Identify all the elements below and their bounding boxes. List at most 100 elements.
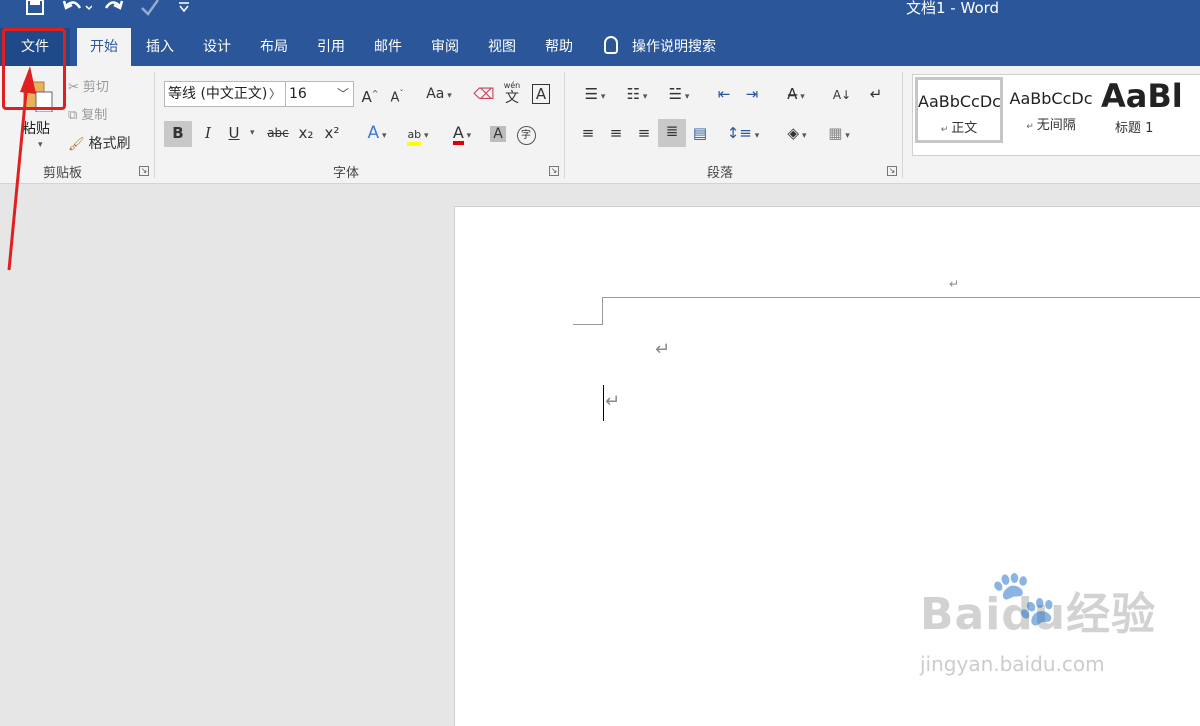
tab-mailings[interactable]: 邮件: [362, 28, 414, 66]
document-page[interactable]: ↵ ↵ ↵: [454, 206, 1200, 726]
text-effects-icon: A: [367, 123, 380, 143]
text-effects-button[interactable]: A ▾: [360, 121, 394, 145]
increase-indent-button[interactable]: ⇥: [740, 82, 764, 106]
change-case-button[interactable]: Aa ▾: [422, 82, 456, 106]
multilevel-list-button[interactable]: ☱ ▾: [660, 82, 698, 106]
borders-button[interactable]: ▦ ▾: [820, 121, 858, 145]
subscript-icon: x₂: [298, 124, 314, 142]
style-name: 标题 1: [1115, 121, 1154, 136]
numbering-button[interactable]: ☷ ▾: [618, 82, 656, 106]
customize-icon[interactable]: [178, 0, 190, 18]
sort-button[interactable]: A↓: [830, 82, 854, 106]
highlight-button[interactable]: ab ▾: [398, 121, 438, 146]
group-separator: [564, 72, 565, 178]
style-name: 无间隔: [1036, 118, 1076, 133]
style-sample: AaBbCcDc: [918, 92, 1001, 111]
undo-icon[interactable]: [62, 0, 93, 18]
font-size-value: 16: [289, 86, 307, 102]
copy-button[interactable]: ⧉ 复制: [68, 104, 107, 123]
tell-me-search[interactable]: 操作说明搜索: [604, 28, 716, 66]
sort-icon: A↓: [832, 88, 852, 102]
character-shading-button[interactable]: A: [486, 121, 510, 145]
font-size-combo[interactable]: 16 ﹀: [285, 81, 354, 107]
distributed-icon: ▤: [692, 124, 708, 142]
style-no-spacing[interactable]: AaBbCcDc ↵ 无间隔: [1007, 77, 1095, 143]
redo-icon[interactable]: [104, 0, 124, 18]
italic-button[interactable]: I: [196, 121, 220, 145]
margin-corner-mark: [602, 297, 603, 325]
chevron-down-icon: ﹀: [336, 87, 349, 101]
clear-formatting-button[interactable]: ⌫: [472, 82, 496, 106]
tab-references[interactable]: 引用: [305, 28, 357, 66]
paw-logo-icon: 🐾: [990, 566, 1058, 629]
numbering-icon: ☷: [626, 85, 641, 103]
distributed-button[interactable]: ▤: [688, 121, 712, 145]
strikethrough-icon: abc: [267, 126, 289, 140]
style-sample: AaBl: [1101, 77, 1183, 115]
align-right-icon: ≡: [637, 124, 651, 142]
strikethrough-button[interactable]: abc: [264, 121, 292, 145]
paintbrush-icon: 🖌: [68, 137, 85, 152]
tab-design[interactable]: 设计: [191, 28, 243, 66]
tab-layout[interactable]: 布局: [248, 28, 300, 66]
font-color-button[interactable]: A ▾: [442, 121, 482, 145]
ribbon-tabs: 文件 开始 插入 设计 布局 引用 邮件 审阅 视图 帮助 操作说明搜索: [0, 28, 1200, 66]
scissors-icon: ✂: [68, 80, 79, 95]
annotation-arrow-icon: [7, 66, 36, 271]
title-bar: 文档1 - Word: [0, 0, 1200, 28]
shading-button[interactable]: ◈ ▾: [778, 121, 816, 145]
align-right-button[interactable]: ≡: [632, 121, 656, 145]
subscript-button[interactable]: x₂: [294, 121, 318, 145]
phonetic-guide-icon: wén 文: [503, 81, 521, 106]
tab-view[interactable]: 视图: [476, 28, 528, 66]
chevron-down-icon: 〉: [266, 82, 281, 106]
font-group-label: 字体: [333, 166, 360, 181]
style-normal[interactable]: AaBbCcDc ↵ 正文: [915, 77, 1003, 143]
superscript-icon: x²: [324, 124, 340, 142]
paragraph-mark-icon: ↵: [655, 339, 671, 360]
header-separator: [602, 297, 1200, 298]
superscript-button[interactable]: x²: [320, 121, 344, 145]
text-cursor: [603, 385, 604, 421]
align-center-button[interactable]: ≡: [604, 121, 628, 145]
touch-mode-icon[interactable]: [140, 0, 160, 18]
style-sample: AaBbCcDc: [1009, 89, 1093, 108]
bullets-button[interactable]: ☰ ▾: [576, 82, 614, 106]
character-border-button[interactable]: A: [529, 82, 553, 106]
align-left-button[interactable]: ≡: [576, 121, 600, 145]
lightbulb-icon: [604, 36, 618, 54]
phonetic-guide-button[interactable]: wén 文: [500, 80, 524, 106]
bullets-icon: ☰: [584, 85, 599, 103]
grow-font-button[interactable]: A^: [358, 82, 382, 106]
tab-home[interactable]: 开始: [77, 28, 131, 66]
shrink-font-button[interactable]: Aˇ: [385, 82, 409, 106]
paragraph-mark-icon: ↵: [949, 277, 960, 291]
format-painter-button[interactable]: 🖌 格式刷: [68, 133, 131, 153]
decrease-indent-button[interactable]: ⇤: [712, 82, 736, 106]
justify-button[interactable]: ≣: [658, 119, 686, 147]
tab-help[interactable]: 帮助: [533, 28, 585, 66]
copy-label: 复制: [81, 108, 108, 123]
font-name-combo[interactable]: 等线 (中文正文) 〉: [164, 81, 286, 107]
cut-button[interactable]: ✂ 剪切: [68, 76, 109, 95]
enclose-characters-button[interactable]: 字: [514, 121, 538, 145]
underline-dropdown-icon[interactable]: ▾: [250, 128, 255, 138]
copy-icon: ⧉: [68, 108, 78, 123]
line-spacing-icon: ↕≡: [726, 124, 752, 142]
style-heading-1[interactable]: AaBl 标题 1: [1099, 77, 1199, 143]
font-launcher-icon[interactable]: ↘: [549, 166, 559, 176]
highlighter-icon: ab: [407, 128, 422, 146]
clipboard-launcher-icon[interactable]: ↘: [139, 166, 149, 176]
align-left-icon: ≡: [581, 124, 595, 142]
line-spacing-button[interactable]: ↕≡ ▾: [724, 121, 762, 145]
paragraph-launcher-icon[interactable]: ↘: [887, 166, 897, 176]
borders-icon: ▦: [828, 124, 843, 142]
tell-me-label: 操作说明搜索: [632, 39, 716, 55]
multilevel-list-icon: ☱: [668, 85, 683, 103]
tab-insert[interactable]: 插入: [134, 28, 186, 66]
show-marks-button[interactable]: ↵: [864, 82, 888, 106]
asian-layout-button[interactable]: A̶ ▾: [778, 82, 814, 106]
tab-review[interactable]: 审阅: [419, 28, 471, 66]
underline-button[interactable]: U: [222, 121, 246, 145]
bold-button[interactable]: B: [164, 121, 192, 147]
